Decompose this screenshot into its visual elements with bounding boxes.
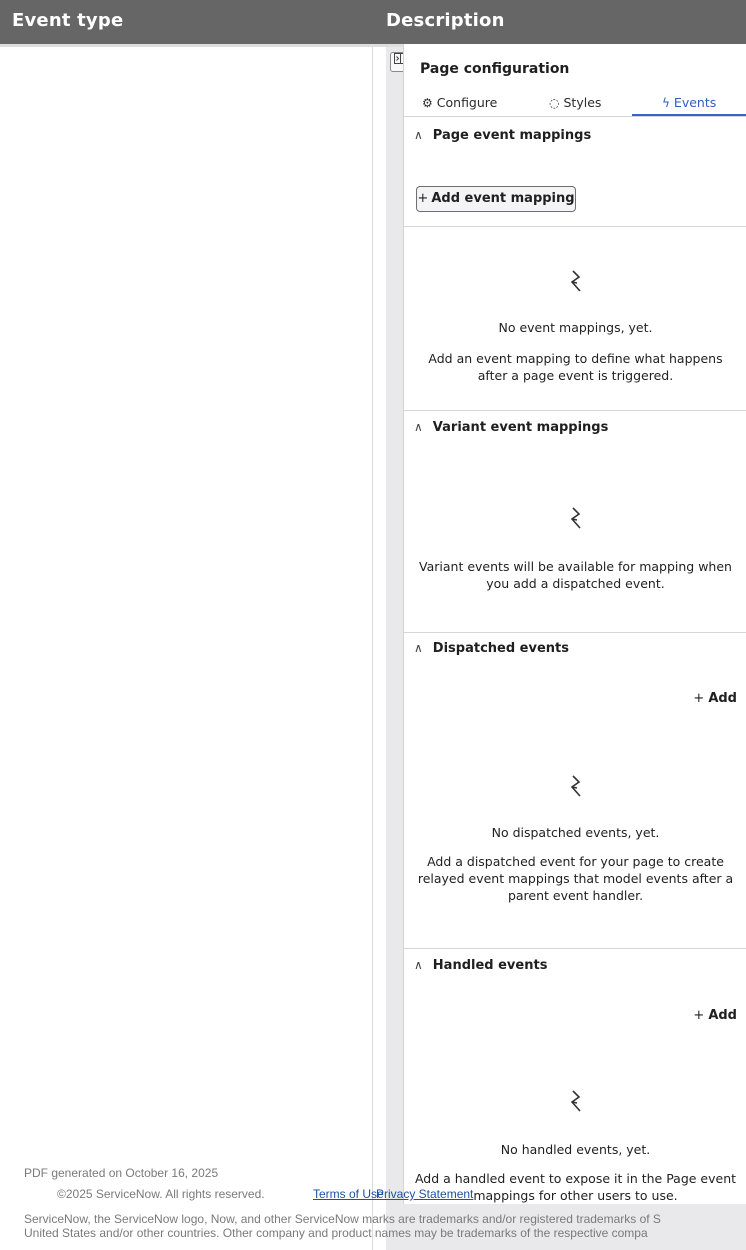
column-header-event-type: Event type — [12, 10, 124, 31]
event-type-cell — [0, 47, 373, 1250]
trademark-line: United States and/or other countries. Ot… — [24, 1226, 648, 1240]
terms-of-use-link[interactable]: Terms of Use — [313, 1187, 384, 1201]
gear-icon: ⚙ — [422, 96, 433, 110]
tab-events-label: Events — [673, 95, 717, 110]
section-title: Dispatched events — [432, 641, 569, 656]
empty-state-text: Add a dispatched event for your page to … — [417, 854, 734, 903]
pdf-generated-date: PDF generated on October 16, 2025 — [24, 1166, 219, 1180]
section-page-event-mappings[interactable]: ∧ Page event mappings — [414, 128, 591, 143]
plus-icon: + — [693, 1008, 705, 1023]
add-event-mapping-label: Add event mapping — [431, 191, 575, 206]
section-dispatched-events[interactable]: ∧ Dispatched events — [414, 641, 569, 656]
divider — [404, 410, 746, 411]
table-header: Event type Description — [0, 0, 746, 44]
privacy-statement-link[interactable]: Privacy Statement — [376, 1187, 473, 1201]
section-handled-events[interactable]: ∧ Handled events — [414, 958, 547, 973]
section-title: Handled events — [432, 958, 548, 973]
empty-state-text: Add an event mapping to define what happ… — [428, 351, 723, 383]
plus-icon: + — [417, 191, 429, 206]
empty-state-title: No dispatched events, yet. — [491, 825, 660, 840]
tab-events[interactable]: ϟ Events — [662, 95, 716, 110]
tab-configure[interactable]: ⚙ Configure — [422, 95, 497, 110]
column-header-description: Description — [386, 10, 505, 31]
tab-styles-label: Styles — [563, 95, 602, 110]
panel-tabs: ⚙ Configure ◌ Styles ϟ Events — [404, 92, 746, 117]
section-variant-event-mappings[interactable]: ∧ Variant event mappings — [414, 420, 608, 435]
empty-state-title: No event mappings, yet. — [498, 320, 653, 335]
divider — [404, 948, 746, 949]
divider — [404, 632, 746, 633]
divider — [404, 226, 746, 227]
add-dispatched-event-button[interactable]: + Add — [693, 691, 737, 706]
chevron-up-icon: ∧ — [414, 958, 423, 972]
chevron-up-icon: ∧ — [414, 128, 423, 142]
bolt-icon: ϟ — [662, 96, 670, 110]
bolt-icon — [404, 507, 746, 535]
empty-state-text: Variant events will be available for map… — [419, 559, 732, 591]
trademark-line: ServiceNow, the ServiceNow logo, Now, an… — [24, 1212, 661, 1226]
palette-icon: ◌ — [549, 96, 560, 110]
tab-configure-label: Configure — [436, 95, 498, 110]
add-handled-event-button[interactable]: + Add — [693, 1008, 737, 1023]
bolt-icon — [404, 775, 746, 803]
panel-title: Page configuration — [420, 61, 570, 77]
page-configuration-panel: Page configuration ⚙ Configure ◌ Styles ϟE… — [403, 44, 746, 1204]
plus-icon: + — [693, 691, 705, 706]
copyright: ©2025 ServiceNow. All rights reserved. — [57, 1187, 265, 1201]
chevron-up-icon: ∧ — [414, 420, 423, 434]
add-label: Add — [708, 691, 737, 706]
bolt-icon — [404, 270, 746, 298]
trademark-notice: ServiceNow, the ServiceNow logo, Now, an… — [24, 1212, 746, 1240]
section-title: Variant event mappings — [432, 420, 609, 435]
section-title: Page event mappings — [432, 128, 592, 143]
active-tab-indicator — [632, 114, 746, 116]
chevron-up-icon: ∧ — [414, 641, 423, 655]
add-event-mapping-button[interactable]: + Add event mapping — [416, 186, 576, 212]
empty-state-title: No handled events, yet. — [500, 1142, 651, 1157]
page-footer: PDF generated on October 16, 2025 ©2025 … — [0, 1166, 746, 1247]
bolt-icon — [404, 1090, 746, 1118]
tab-styles[interactable]: ◌ Styles — [549, 95, 601, 110]
add-label: Add — [708, 1008, 737, 1023]
